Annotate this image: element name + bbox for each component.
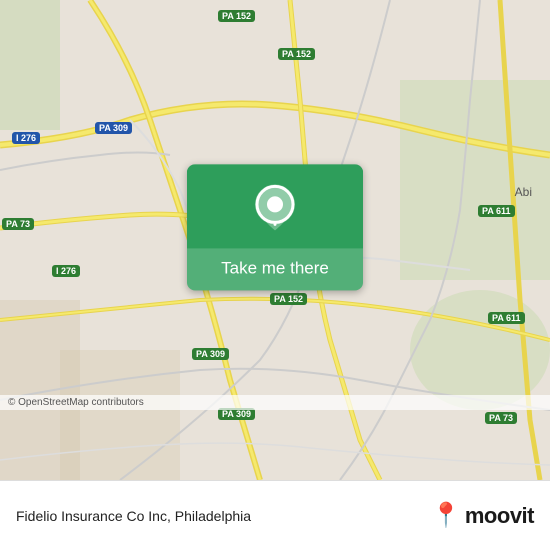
road-badge-pa309-left: I 276 (52, 265, 80, 277)
road-badge-pa611-bot: PA 611 (488, 312, 525, 324)
pin-icon (253, 182, 297, 236)
road-badge-i276-mid: PA 309 (95, 122, 132, 134)
road-badge-pa152-mid: PA 152 (270, 293, 307, 305)
take-me-there-button[interactable]: Take me there (187, 164, 363, 290)
road-badge-pa152-top1: PA 152 (218, 10, 255, 22)
map-container: I 276 PA 309 PA 73 I 276 PA 152 PA 152 P… (0, 0, 550, 480)
road-badge-i276-left: I 276 (12, 132, 40, 144)
moovit-text: moovit (465, 503, 534, 529)
pin-icon-area (187, 164, 363, 248)
road-badge-pa152-top2: PA 152 (278, 48, 315, 60)
road-badge-pa73-bot: PA 73 (485, 412, 517, 424)
moovit-icon: 📍 (431, 501, 461, 530)
take-me-there-label: Take me there (187, 248, 363, 290)
location-name: Fidelio Insurance Co Inc, Philadelphia (16, 508, 251, 524)
copyright-bar: © OpenStreetMap contributors (0, 395, 550, 410)
road-badge-pa73: PA 73 (2, 218, 34, 230)
road-badge-pa611-top: PA 611 (478, 205, 515, 217)
info-bar: Fidelio Insurance Co Inc, Philadelphia 📍… (0, 480, 550, 550)
road-badge-pa309-mid: PA 309 (192, 348, 229, 360)
moovit-logo: 📍 moovit (431, 501, 534, 530)
place-label-abi: Abi (515, 185, 532, 199)
copyright-text: © OpenStreetMap contributors (8, 397, 144, 408)
